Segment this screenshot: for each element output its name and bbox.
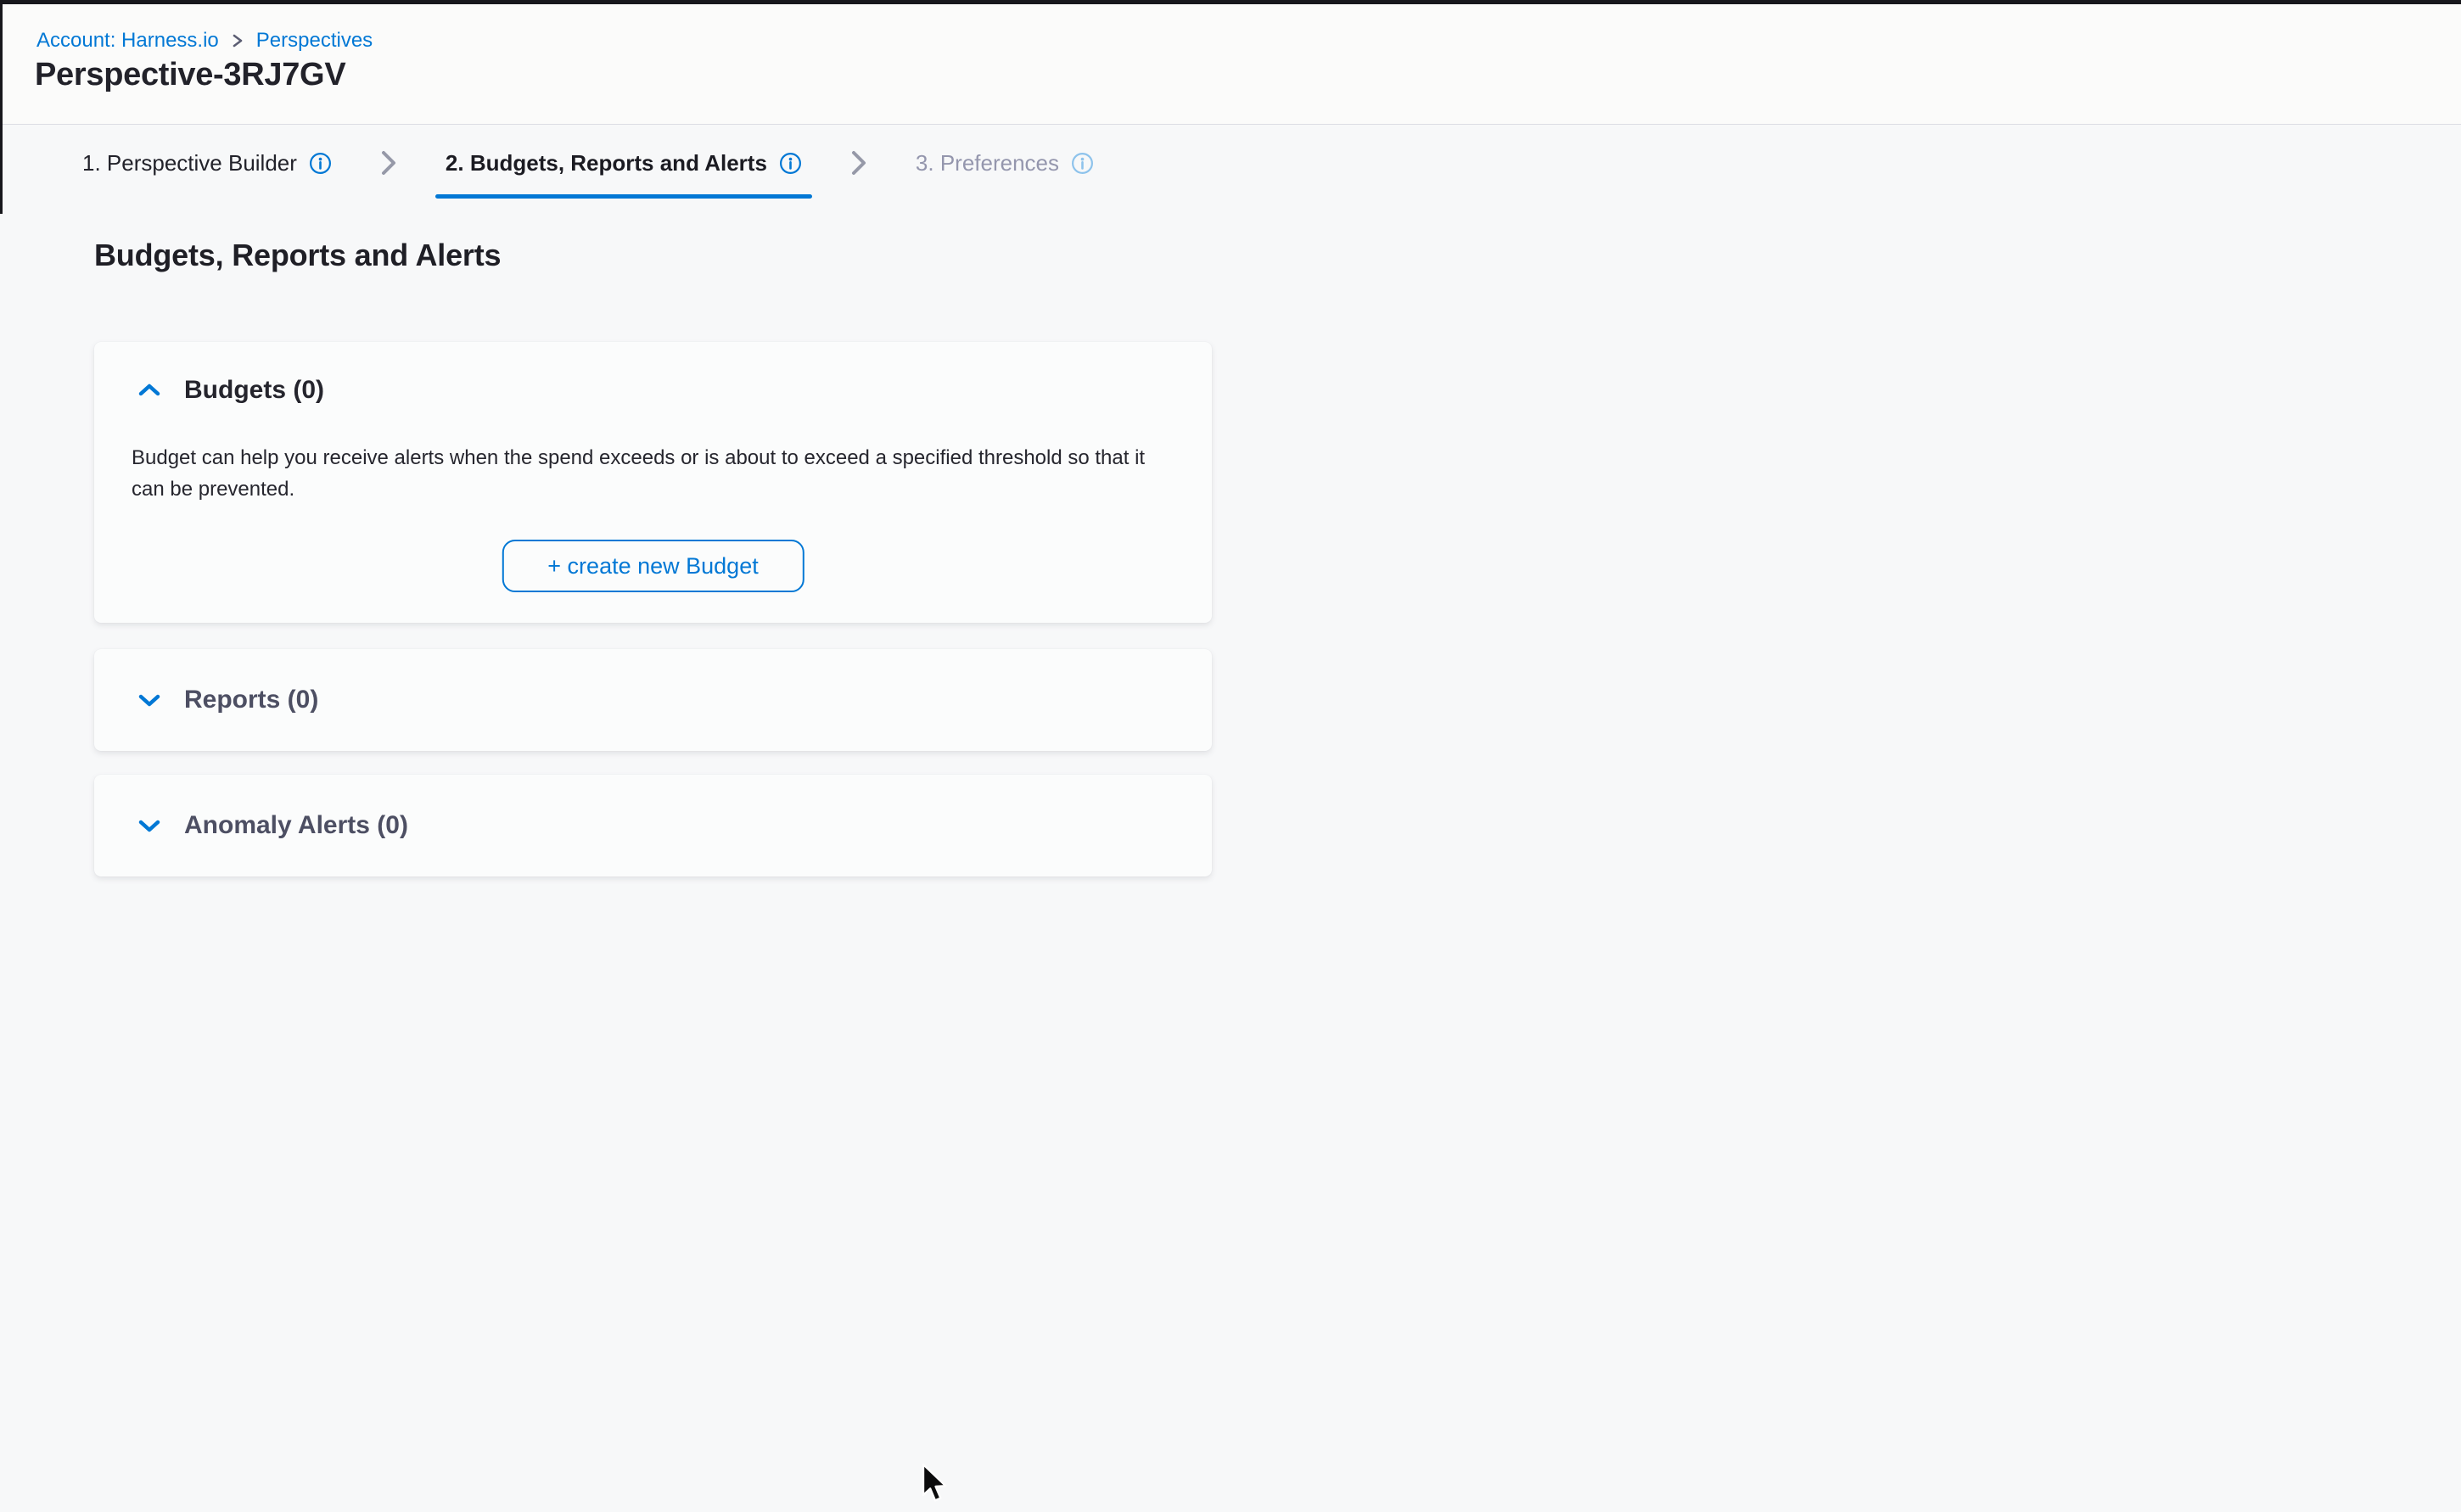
active-tab-underline	[435, 194, 812, 199]
info-icon[interactable]	[779, 152, 802, 175]
chevron-right-icon	[379, 148, 398, 177]
anomaly-alerts-card-header[interactable]: Anomaly Alerts (0)	[137, 811, 408, 840]
budgets-card: Budgets (0) Budget can help you receive …	[94, 342, 1212, 623]
tab-label: 2. Budgets, Reports and Alerts	[446, 150, 767, 176]
breadcrumb-account-link[interactable]: Account: Harness.io	[36, 28, 219, 53]
page-title: Perspective-3RJ7GV	[35, 57, 345, 93]
create-new-budget-button[interactable]: + create new Budget	[502, 540, 804, 592]
budgets-card-header[interactable]: Budgets (0)	[137, 376, 324, 405]
content-heading: Budgets, Reports and Alerts	[94, 238, 501, 273]
breadcrumb-perspectives-link[interactable]: Perspectives	[256, 28, 373, 53]
budgets-section-title: Budgets (0)	[184, 376, 324, 405]
reports-section-title: Reports (0)	[184, 686, 318, 714]
chevron-down-icon[interactable]	[137, 817, 162, 834]
mouse-cursor	[918, 1463, 952, 1504]
tab-preferences[interactable]: 3. Preferences	[909, 150, 1101, 176]
chevron-right-icon	[849, 148, 868, 177]
anomaly-alerts-section-title: Anomaly Alerts (0)	[184, 811, 408, 840]
wizard-tabbar: 1. Perspective Builder 2. Budgets, Repor…	[76, 146, 1101, 180]
tab-label: 3. Preferences	[916, 150, 1059, 176]
screen-edge-left	[0, 0, 3, 214]
perspective-wizard-screen: { "breadcrumb": { "account": "Account: H…	[0, 0, 2461, 1512]
tab-label: 1. Perspective Builder	[82, 150, 297, 176]
budgets-description: Budget can help you receive alerts when …	[132, 442, 1180, 505]
reports-card-header[interactable]: Reports (0)	[137, 686, 318, 714]
breadcrumb: Account: Harness.io Perspectives	[36, 28, 373, 53]
info-icon[interactable]	[1071, 152, 1094, 175]
tab-budgets-reports-alerts[interactable]: 2. Budgets, Reports and Alerts	[439, 150, 809, 176]
screen-edge-top	[0, 0, 2461, 4]
chevron-up-icon[interactable]	[137, 382, 162, 399]
breadcrumb-chevron-icon	[231, 32, 244, 49]
chevron-down-icon[interactable]	[137, 692, 162, 708]
page-header: Account: Harness.io Perspectives Perspec…	[0, 4, 2461, 125]
info-icon[interactable]	[309, 152, 332, 175]
anomaly-alerts-card: Anomaly Alerts (0)	[94, 775, 1212, 876]
tab-perspective-builder[interactable]: 1. Perspective Builder	[76, 150, 339, 176]
reports-card: Reports (0)	[94, 649, 1212, 751]
